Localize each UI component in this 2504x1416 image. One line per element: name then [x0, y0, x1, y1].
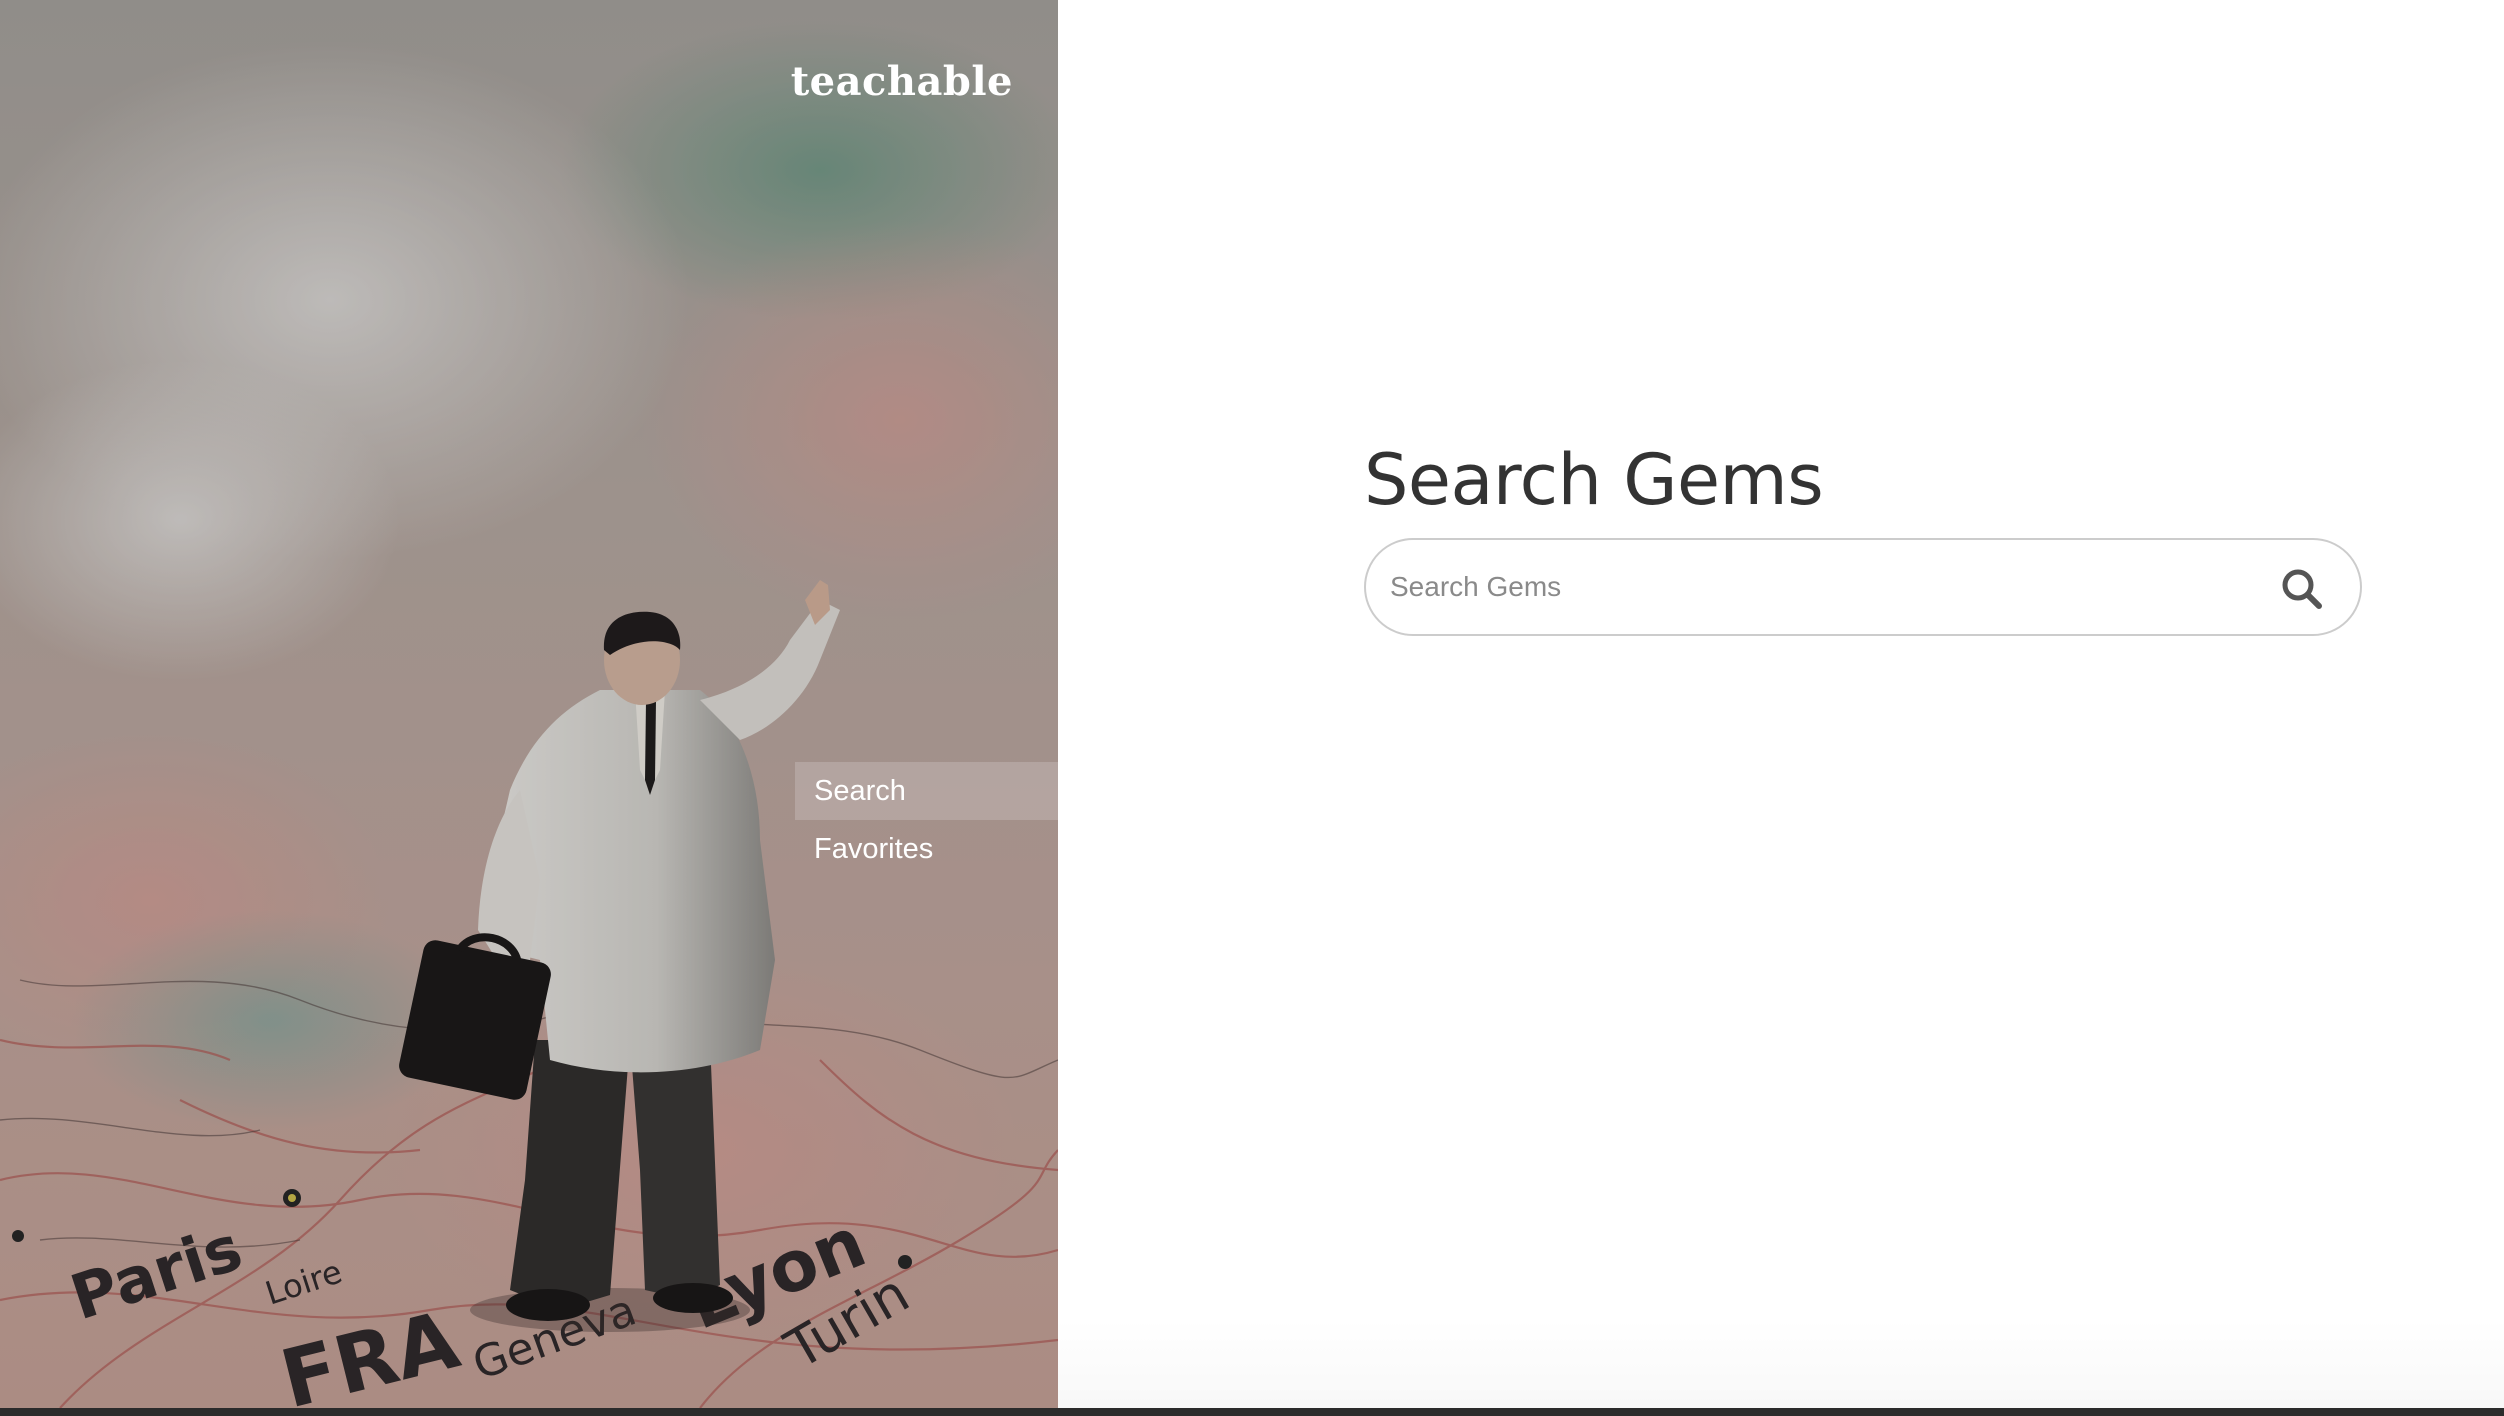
side-nav: Search Favorites	[795, 762, 1058, 878]
page-title: Search Gems	[1364, 439, 1824, 521]
page: Paris FRA Geneva Lyon Turin Loire teacha…	[0, 0, 2504, 1416]
main-content: Search Gems	[1364, 430, 2364, 636]
sidebar-item-search[interactable]: Search	[795, 762, 1058, 820]
search-icon[interactable]	[2280, 567, 2324, 611]
sidebar-item-favorites[interactable]: Favorites	[795, 820, 1058, 878]
hero-panel: Paris FRA Geneva Lyon Turin Loire teacha…	[0, 0, 1058, 1408]
search-box	[1364, 538, 2362, 636]
bottom-fade	[1058, 1320, 2504, 1408]
bottom-strip	[0, 1408, 2504, 1416]
teachable-logo[interactable]: teachable	[791, 58, 1013, 105]
hero-overlay	[0, 0, 1058, 1408]
search-input[interactable]	[1390, 540, 2270, 634]
